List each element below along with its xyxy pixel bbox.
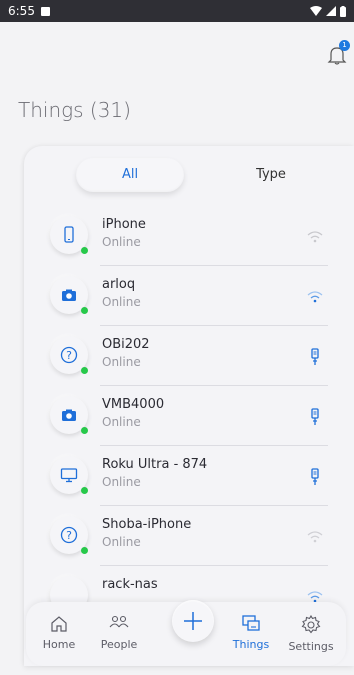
device-row-roku[interactable]: Roku Ultra - 874 Online bbox=[48, 446, 328, 506]
things-card: All Type iPhone Online arloq Online ? OB… bbox=[24, 146, 354, 666]
monitor-icon bbox=[60, 468, 78, 483]
device-row-arloq[interactable]: arloq Online bbox=[48, 266, 328, 326]
device-status: Online bbox=[102, 415, 141, 429]
device-status: Online bbox=[102, 235, 141, 249]
notification-badge: 1 bbox=[339, 40, 350, 51]
svg-text:?: ? bbox=[66, 349, 72, 362]
gear-icon bbox=[301, 614, 321, 634]
device-row-shoba-iphone[interactable]: ? Shoba-iPhone Online bbox=[48, 506, 328, 566]
device-status: Online bbox=[102, 355, 141, 369]
ethernet-icon bbox=[311, 348, 319, 365]
device-name: Roku Ultra - 874 bbox=[102, 457, 208, 472]
device-row-iphone[interactable]: iPhone Online bbox=[48, 206, 328, 266]
device-name: rack-nas bbox=[102, 577, 158, 592]
wifi-icon bbox=[307, 231, 323, 243]
status-time: 6:55 bbox=[8, 4, 35, 18]
nav-home[interactable]: Home bbox=[32, 614, 86, 651]
camera-icon bbox=[62, 409, 76, 421]
online-dot bbox=[81, 427, 88, 434]
nav-settings[interactable]: Settings bbox=[284, 614, 338, 653]
wifi-signal-icon bbox=[310, 6, 322, 16]
device-name: OBi202 bbox=[102, 337, 150, 352]
online-dot bbox=[81, 307, 88, 314]
ethernet-icon bbox=[311, 468, 319, 485]
tab-all[interactable]: All bbox=[76, 158, 184, 192]
wifi-icon bbox=[307, 291, 323, 303]
wifi-icon bbox=[307, 531, 323, 543]
people-icon bbox=[109, 615, 129, 628]
online-dot bbox=[81, 547, 88, 554]
online-dot bbox=[81, 247, 88, 254]
camera-icon bbox=[62, 289, 76, 301]
device-row-obi202[interactable]: ? OBi202 Online bbox=[48, 326, 328, 386]
ethernet-icon bbox=[311, 408, 319, 425]
bottom-navigation: Home People Things Settings bbox=[26, 600, 346, 666]
nav-settings-label: Settings bbox=[288, 640, 334, 653]
question-icon: ? bbox=[60, 346, 78, 364]
device-status: Online bbox=[102, 535, 141, 549]
home-icon bbox=[51, 616, 67, 632]
notification-square-icon bbox=[40, 6, 50, 16]
nav-home-label: Home bbox=[42, 638, 76, 651]
cell-signal-icon bbox=[326, 6, 336, 16]
battery-icon bbox=[340, 5, 346, 17]
notifications-button[interactable]: 1 bbox=[326, 40, 350, 66]
device-name: arloq bbox=[102, 277, 136, 292]
add-icon bbox=[184, 612, 202, 630]
device-name: Shoba-iPhone bbox=[102, 517, 192, 532]
online-dot bbox=[81, 367, 88, 374]
device-name: iPhone bbox=[102, 217, 146, 232]
status-bar: 6:55 bbox=[0, 0, 354, 22]
add-button[interactable] bbox=[172, 600, 214, 642]
online-dot bbox=[81, 487, 88, 494]
device-name: VMB4000 bbox=[102, 397, 165, 412]
phone-icon bbox=[64, 226, 74, 243]
device-status: Online bbox=[102, 295, 141, 309]
nav-things[interactable]: Things bbox=[224, 614, 278, 651]
nav-people-label: People bbox=[100, 638, 138, 651]
svg-text:?: ? bbox=[66, 529, 72, 542]
tab-type[interactable]: Type bbox=[226, 158, 316, 192]
question-icon: ? bbox=[60, 526, 78, 544]
device-status: Online bbox=[102, 475, 141, 489]
nav-people[interactable]: People bbox=[92, 614, 146, 651]
nav-things-label: Things bbox=[232, 638, 270, 651]
filter-segmented-control: All Type bbox=[76, 158, 316, 194]
page-title: Things (31) bbox=[18, 98, 131, 122]
device-row-vmb4000[interactable]: VMB4000 Online bbox=[48, 386, 328, 446]
things-icon bbox=[242, 615, 260, 631]
